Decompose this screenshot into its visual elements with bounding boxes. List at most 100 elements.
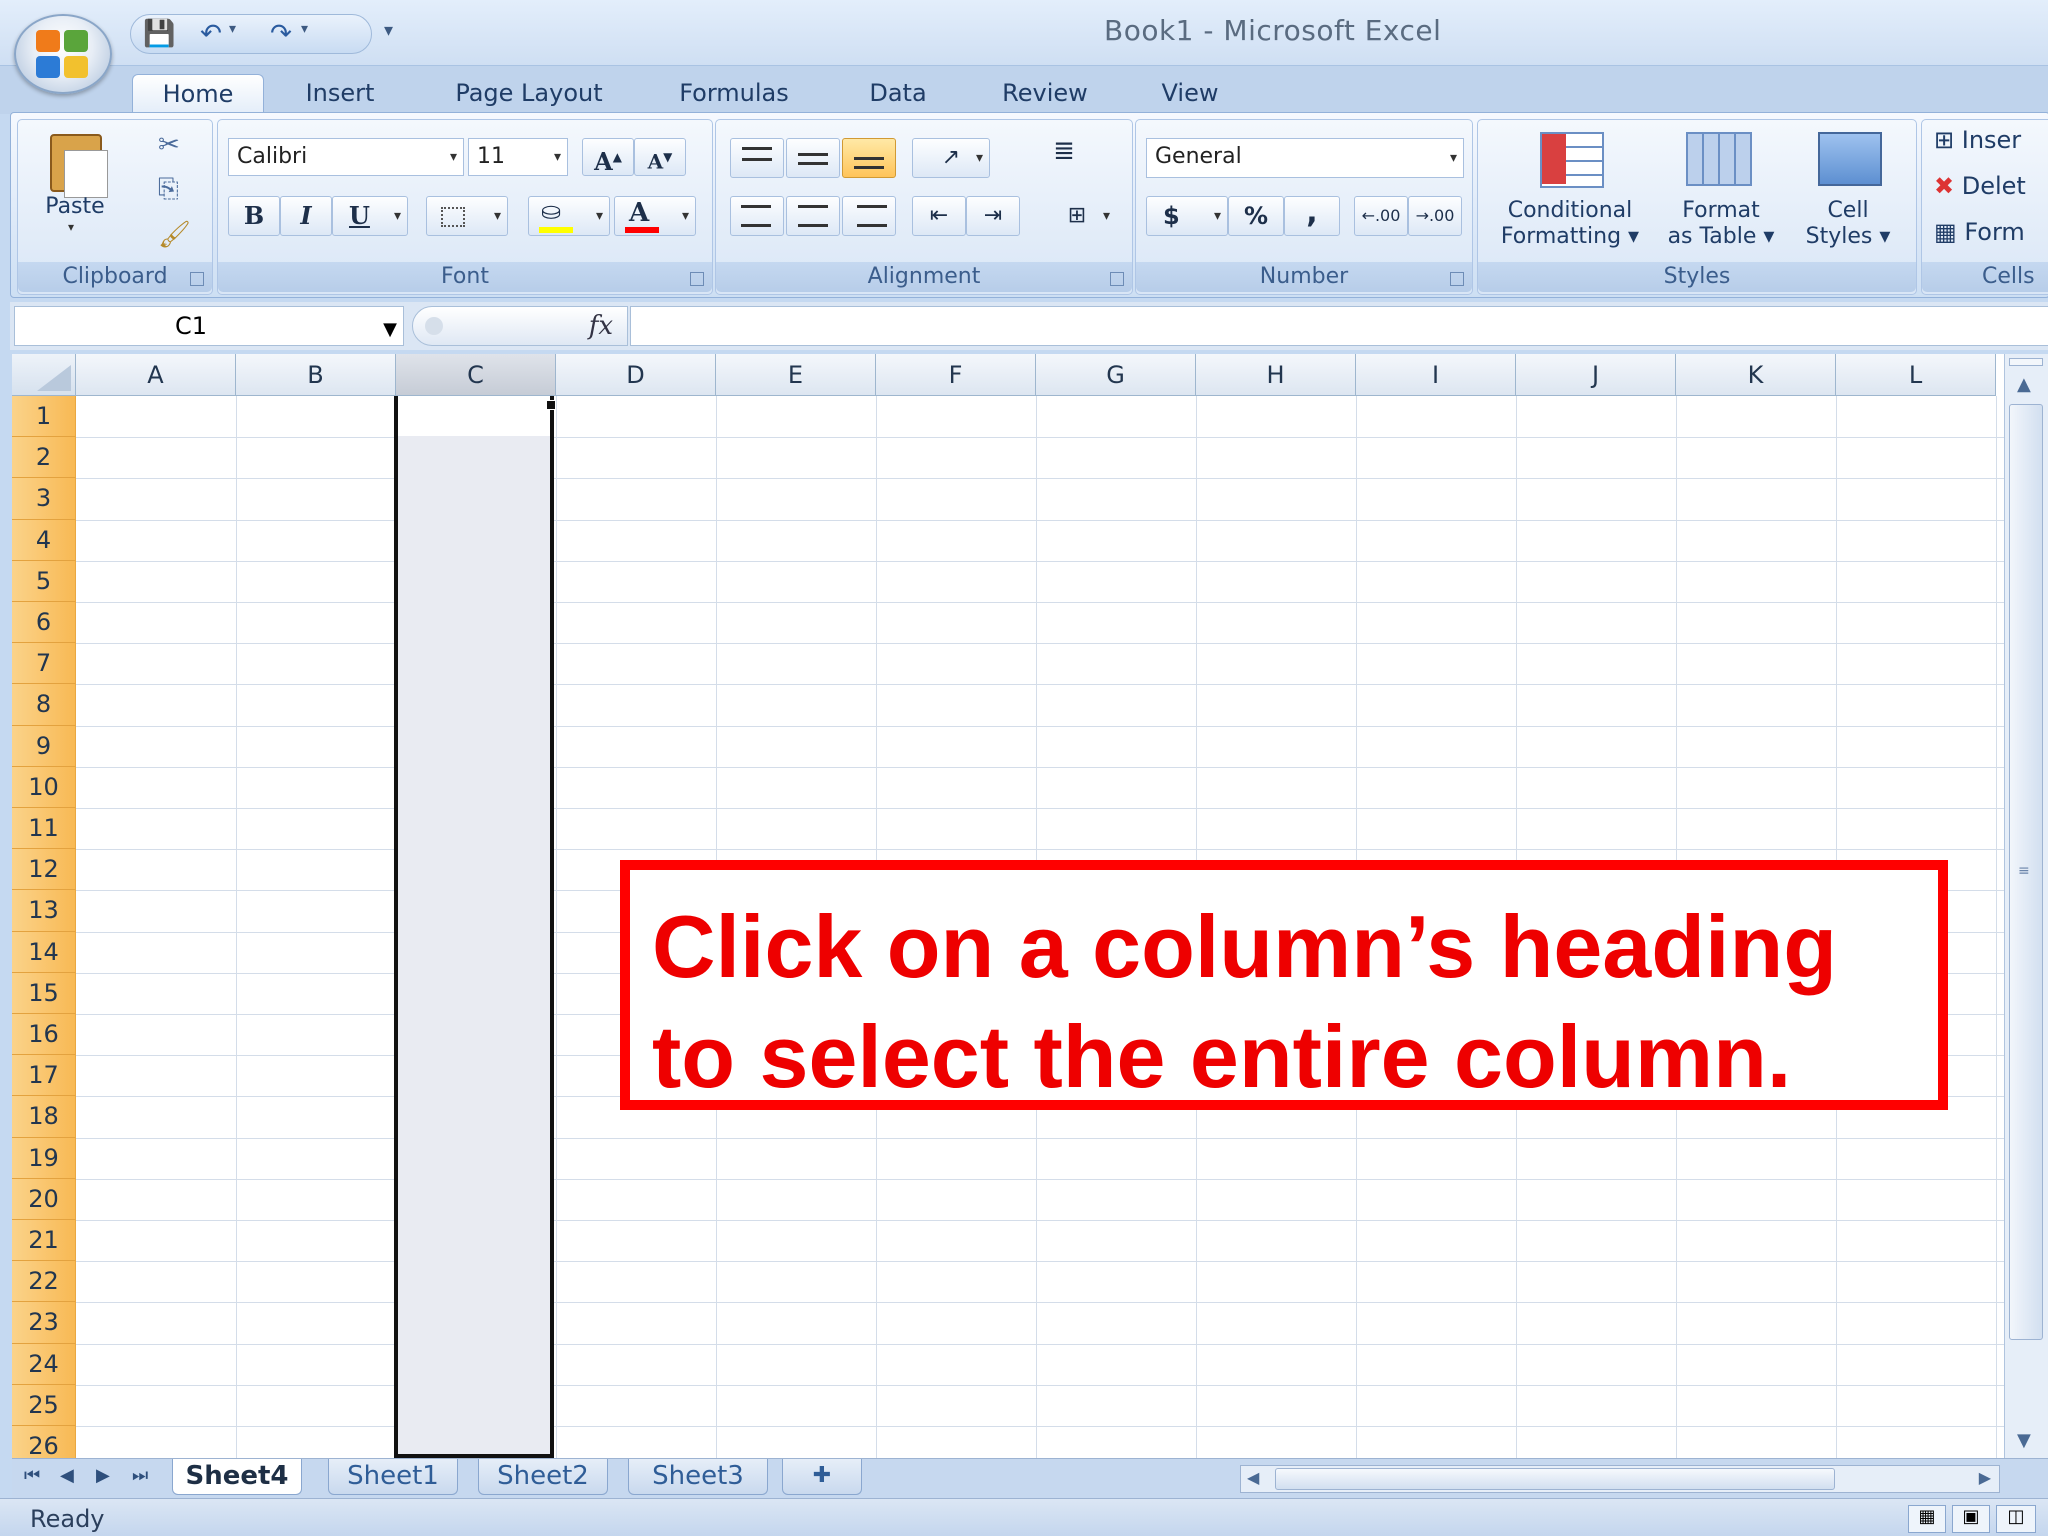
row-header-11[interactable]: 11	[12, 808, 76, 850]
increase-decimal-button[interactable]: ←.00	[1354, 196, 1408, 236]
row-header-7[interactable]: 7	[12, 643, 76, 685]
row-header-24[interactable]: 24	[12, 1343, 76, 1385]
currency-button[interactable]: $ ▾	[1146, 196, 1228, 236]
align-right-button[interactable]	[842, 196, 896, 236]
tab-home[interactable]: Home	[132, 74, 264, 114]
center-button[interactable]	[786, 196, 840, 236]
undo-icon[interactable]: ↶	[195, 19, 227, 49]
normal-view-button[interactable]: ▦	[1908, 1505, 1946, 1533]
row-header-6[interactable]: 6	[12, 602, 76, 644]
row-header-25[interactable]: 25	[12, 1384, 76, 1426]
row-header-2[interactable]: 2	[12, 437, 76, 479]
column-header-g[interactable]: G	[1036, 354, 1196, 396]
sheet-tab-sheet4[interactable]: Sheet4	[172, 1459, 302, 1495]
row-header-17[interactable]: 17	[12, 1055, 76, 1097]
scroll-left-icon[interactable]: ◀	[1247, 1468, 1259, 1487]
column-header-a[interactable]: A	[76, 354, 236, 396]
decrease-indent-button[interactable]: ⇤	[912, 196, 966, 236]
orientation-button[interactable]: ↗ ▾	[912, 138, 990, 178]
column-header-j[interactable]: J	[1516, 354, 1676, 396]
save-icon[interactable]: 💾	[143, 19, 175, 49]
wrap-text-button[interactable]: ≣	[1036, 136, 1092, 180]
row-header-21[interactable]: 21	[12, 1220, 76, 1262]
number-format-select[interactable]: General ▾	[1146, 138, 1464, 178]
borders-button[interactable]: ▾	[426, 196, 508, 236]
row-header-23[interactable]: 23	[12, 1302, 76, 1344]
grow-font-button[interactable]: A▲	[582, 138, 634, 176]
tab-data[interactable]: Data	[856, 74, 940, 114]
format-as-table-button[interactable]: Format as Table ▾	[1656, 122, 1786, 262]
fill-handle[interactable]	[546, 400, 556, 410]
worksheet-grid[interactable]: ABCDEFGHIJKL 1 2 3 4 5 6 7 8 9 10 11 12 13 14 15 16 17 18…	[12, 354, 2004, 1458]
row-header-12[interactable]: 12	[12, 849, 76, 891]
office-button[interactable]	[14, 14, 112, 94]
active-cell[interactable]	[398, 396, 550, 436]
insert-cells-button[interactable]: ⊞ Inser	[1934, 126, 2021, 154]
row-header-13[interactable]: 13	[12, 890, 76, 932]
formula-input[interactable]	[630, 306, 2048, 346]
insert-sheet-button[interactable]: ✚	[782, 1459, 862, 1495]
column-header-l[interactable]: L	[1836, 354, 1996, 396]
cut-icon[interactable]: ✂	[158, 130, 180, 160]
font-color-button[interactable]: A ▾	[614, 196, 696, 236]
row-header-14[interactable]: 14	[12, 931, 76, 973]
prev-sheet-icon[interactable]: ◀	[60, 1465, 74, 1486]
merge-center-button[interactable]: ⊞ ▾	[1038, 196, 1116, 236]
top-align-button[interactable]	[730, 138, 784, 178]
tab-page-layout[interactable]: Page Layout	[440, 74, 618, 114]
font-launcher-icon[interactable]	[690, 272, 704, 286]
decrease-decimal-button[interactable]: →.00	[1408, 196, 1462, 236]
select-all-button[interactable]	[12, 354, 76, 396]
horizontal-scrollbar[interactable]: ◀ ▶	[1240, 1465, 2000, 1493]
sheet-tab-sheet1[interactable]: Sheet1	[328, 1459, 458, 1495]
tab-review[interactable]: Review	[990, 74, 1100, 114]
row-header-1[interactable]: 1	[12, 396, 76, 438]
undo-dropdown-icon[interactable]: ▾	[229, 21, 236, 37]
italic-button[interactable]: I	[280, 196, 332, 236]
fill-color-button[interactable]: ⛀ ▾	[528, 196, 610, 236]
insert-function-button[interactable]: fx	[589, 311, 613, 341]
shrink-font-button[interactable]: A▼	[634, 138, 686, 176]
vertical-scroll-thumb[interactable]: ≡	[2009, 404, 2043, 1340]
scroll-up-icon[interactable]: ▲	[2017, 374, 2031, 395]
font-family-select[interactable]: Calibri ▾	[228, 138, 464, 176]
underline-button[interactable]: U ▾	[332, 196, 408, 236]
sheet-tab-sheet3[interactable]: Sheet3	[628, 1459, 768, 1495]
increase-indent-button[interactable]: ⇥	[966, 196, 1020, 236]
row-header-9[interactable]: 9	[12, 725, 76, 767]
page-break-view-button[interactable]: ◫	[1996, 1505, 2036, 1533]
redo-icon[interactable]: ↷	[265, 19, 297, 49]
horizontal-scroll-thumb[interactable]	[1275, 1468, 1835, 1490]
row-header-18[interactable]: 18	[12, 1096, 76, 1138]
bold-button[interactable]: B	[228, 196, 280, 236]
comma-button[interactable]: ,	[1284, 196, 1340, 236]
align-left-button[interactable]	[730, 196, 784, 236]
number-launcher-icon[interactable]	[1450, 272, 1464, 286]
scroll-down-icon[interactable]: ▼	[2017, 1430, 2031, 1451]
name-box-dropdown-icon[interactable]: ▼	[383, 311, 397, 349]
row-header-26[interactable]: 26	[12, 1426, 76, 1458]
page-layout-view-button[interactable]: ▣	[1952, 1505, 1990, 1533]
paste-button[interactable]: Paste ▾	[38, 128, 112, 234]
font-size-select[interactable]: 11 ▾	[468, 138, 568, 176]
percent-button[interactable]: %	[1228, 196, 1284, 236]
row-header-5[interactable]: 5	[12, 560, 76, 602]
row-header-16[interactable]: 16	[12, 1014, 76, 1056]
row-header-3[interactable]: 3	[12, 478, 76, 520]
column-header-f[interactable]: F	[876, 354, 1036, 396]
vertical-scrollbar[interactable]: ▲ ≡ ▼	[2004, 354, 2048, 1458]
next-sheet-icon[interactable]: ▶	[96, 1465, 110, 1486]
column-header-b[interactable]: B	[236, 354, 396, 396]
middle-align-button[interactable]	[786, 138, 840, 178]
conditional-formatting-button[interactable]: Conditional Formatting ▾	[1486, 122, 1654, 262]
tab-formulas[interactable]: Formulas	[664, 74, 804, 114]
delete-cells-button[interactable]: ✖ Delet	[1934, 172, 2026, 200]
tab-view[interactable]: View	[1150, 74, 1230, 114]
column-header-e[interactable]: E	[716, 354, 876, 396]
row-header-22[interactable]: 22	[12, 1261, 76, 1303]
format-cells-button[interactable]: ▦ Form	[1934, 218, 2025, 246]
first-sheet-icon[interactable]: ⏮	[24, 1465, 40, 1486]
redo-dropdown-icon[interactable]: ▾	[301, 21, 308, 37]
column-header-k[interactable]: K	[1676, 354, 1836, 396]
column-header-i[interactable]: I	[1356, 354, 1516, 396]
